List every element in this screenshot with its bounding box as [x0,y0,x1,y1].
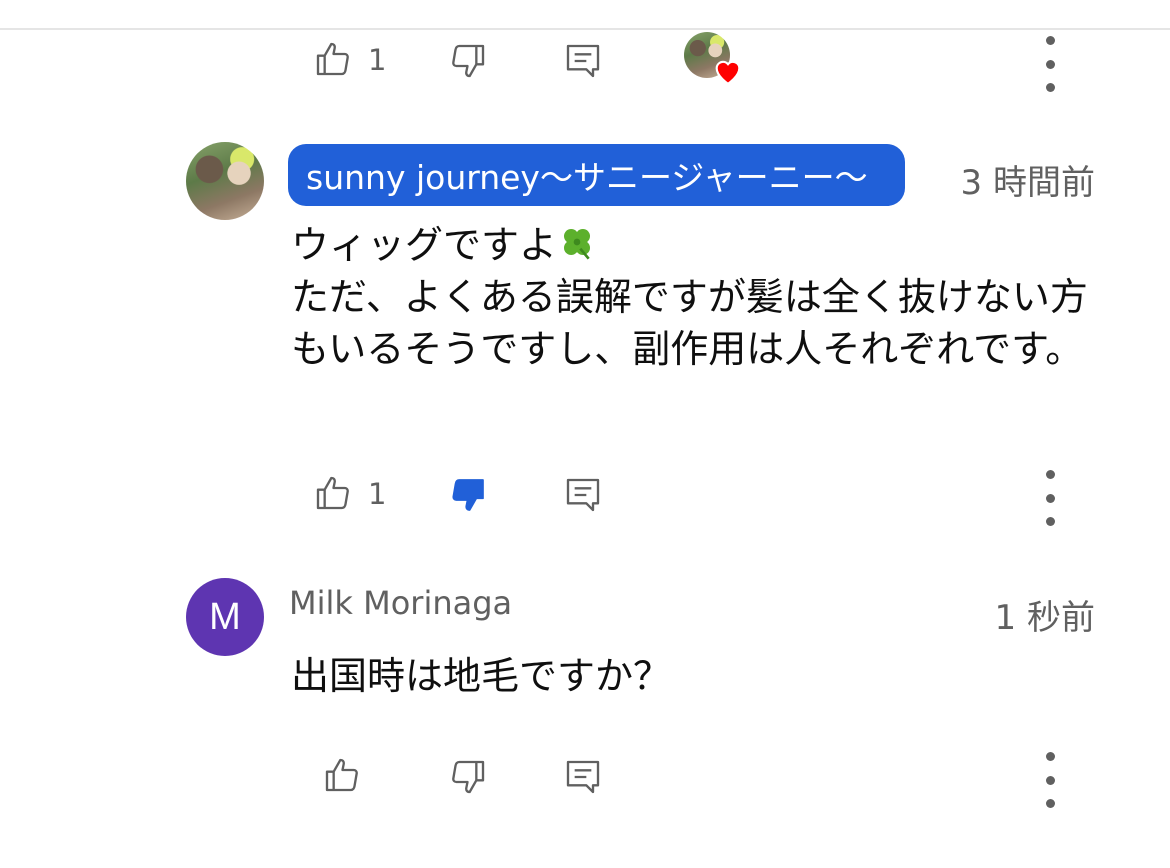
author-chip[interactable]: sunny journey〜サニージャーニー〜 [288,144,905,206]
thumb-down-icon [452,760,485,794]
avatar[interactable] [186,142,264,220]
timestamp: 3 時間前 [960,163,1095,203]
like-button[interactable] [312,38,354,80]
dislike-button[interactable] [447,756,489,798]
more-vert-icon[interactable] [1035,470,1065,526]
like-count: 1 [368,477,387,511]
thumb-down-filled-icon [452,479,484,511]
timestamp: 1 秒前 [994,598,1095,638]
comment-text: ウィッグですよ ただ、よくある誤解ですが髪は全く抜けない方もいるそうですし、副作… [291,219,1091,375]
comment-text-body: ただ、よくある誤解ですが髪は全く抜けない方もいるそうですし、副作用は人それぞれで… [291,275,1088,371]
like-count: 1 [368,43,387,77]
thumb-up-icon [316,42,349,76]
dislike-button-active[interactable] [447,474,489,516]
heart-icon [711,54,745,88]
thumb-up-icon [316,476,349,510]
more-vert-icon[interactable] [1035,752,1065,808]
reply-button[interactable] [562,40,604,82]
comment-text-line: ウィッグですよ [291,223,558,267]
four-leaf-clover-icon [564,229,591,260]
like-button[interactable] [321,754,363,796]
like-button[interactable] [312,472,354,514]
reply-icon [566,760,600,794]
thumb-down-icon [452,44,485,78]
divider [0,28,1170,30]
reply-icon [566,478,600,512]
reply-icon [566,44,600,78]
author-name: sunny journey〜サニージャーニー〜 [306,158,868,197]
dislike-button[interactable] [447,40,489,82]
thumb-up-icon [325,758,358,792]
author-name[interactable]: Milk Morinaga [289,584,512,622]
reply-button[interactable] [562,474,604,516]
comment-text: 出国時は地毛ですか？ [291,654,672,698]
more-vert-icon[interactable] [1035,36,1065,92]
reply-button[interactable] [562,756,604,798]
avatar[interactable]: M [186,578,264,656]
